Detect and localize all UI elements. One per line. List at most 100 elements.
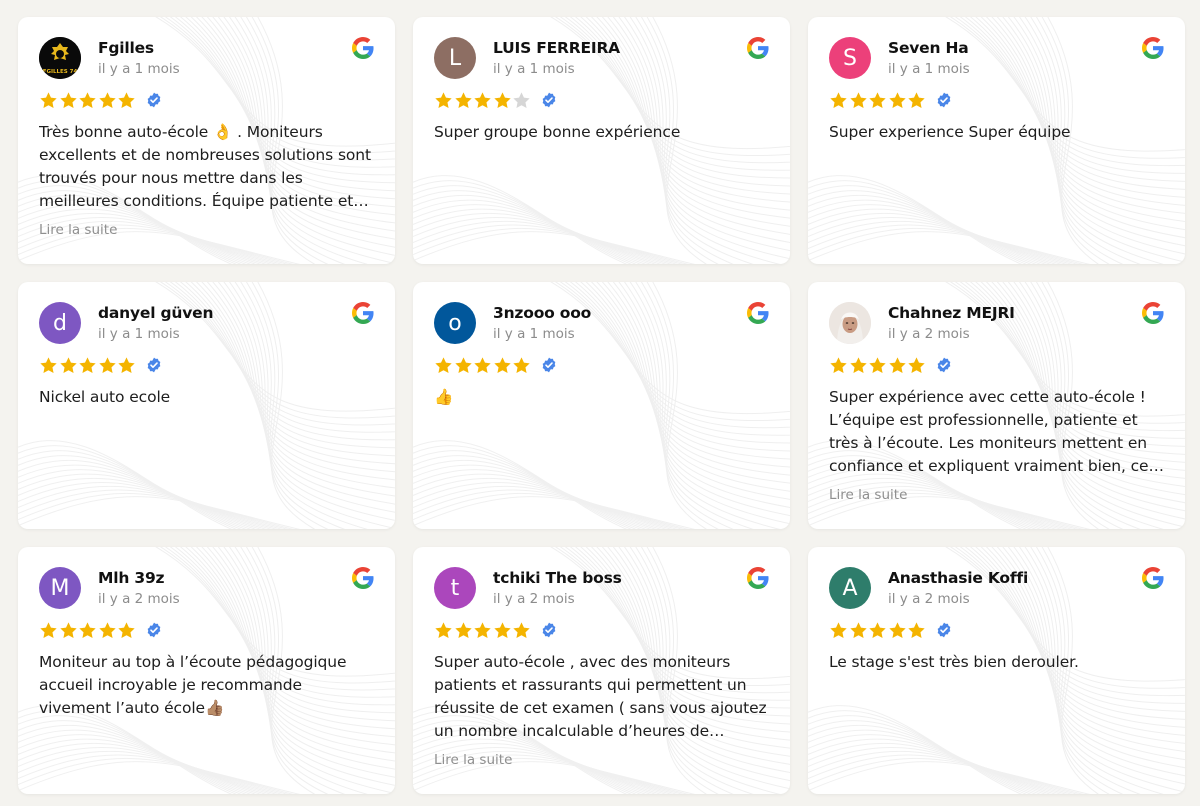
star-filled-icon bbox=[78, 356, 97, 375]
star-filled-icon bbox=[434, 91, 453, 110]
read-more-link[interactable]: Lire la suite bbox=[39, 222, 374, 238]
google-icon bbox=[747, 37, 769, 59]
avatar-letter: A bbox=[842, 575, 858, 601]
verified-badge-icon bbox=[936, 622, 952, 638]
read-more-link[interactable]: Lire la suite bbox=[829, 487, 1164, 503]
star-filled-icon bbox=[512, 356, 531, 375]
review-text: Le stage s'est très bien derouler. bbox=[829, 653, 1079, 671]
svg-text:FGILLES 74: FGILLES 74 bbox=[43, 69, 78, 75]
google-icon bbox=[1142, 567, 1164, 589]
star-filled-icon bbox=[849, 621, 868, 640]
google-icon bbox=[747, 567, 769, 589]
star-filled-icon bbox=[473, 356, 492, 375]
star-filled-icon bbox=[829, 91, 848, 110]
star-filled-icon bbox=[907, 91, 926, 110]
verified-badge-icon bbox=[541, 92, 557, 108]
google-icon bbox=[1142, 302, 1164, 324]
star-filled-icon bbox=[59, 356, 78, 375]
star-filled-icon bbox=[512, 621, 531, 640]
review-header: S Seven Ha il y a 1 mois bbox=[829, 37, 1164, 79]
review-text: Super experience Super équipe bbox=[829, 123, 1071, 141]
verified-badge-icon bbox=[936, 357, 952, 373]
avatar: M bbox=[39, 567, 81, 609]
review-text: Super expérience avec cette auto-école !… bbox=[829, 388, 1149, 475]
avatar: S bbox=[829, 37, 871, 79]
reviewer-name[interactable]: Seven Ha bbox=[888, 39, 970, 58]
google-icon bbox=[352, 567, 374, 589]
google-icon bbox=[352, 302, 374, 324]
review-time: il y a 2 mois bbox=[98, 590, 180, 607]
star-rating bbox=[434, 620, 769, 640]
star-filled-icon bbox=[59, 91, 78, 110]
star-filled-icon bbox=[454, 356, 473, 375]
avatar: d bbox=[39, 302, 81, 344]
reviewer-name[interactable]: Mlh 39z bbox=[98, 569, 180, 588]
avatar: A bbox=[829, 567, 871, 609]
reviewer-name[interactable]: LUIS FERREIRA bbox=[493, 39, 620, 58]
review-card: o 3nzooo ooo il y a 1 mois 👍 bbox=[413, 282, 790, 529]
star-filled-icon bbox=[117, 621, 136, 640]
star-filled-icon bbox=[454, 621, 473, 640]
star-filled-icon bbox=[39, 621, 58, 640]
star-filled-icon bbox=[849, 91, 868, 110]
review-card: d danyel güven il y a 1 mois Nickel auto… bbox=[18, 282, 395, 529]
review-card: S Seven Ha il y a 1 mois Super experienc… bbox=[808, 17, 1185, 264]
star-filled-icon bbox=[493, 91, 512, 110]
star-filled-icon bbox=[493, 356, 512, 375]
review-text: Moniteur au top à l’écoute pédagogique a… bbox=[39, 653, 347, 717]
review-time: il y a 2 mois bbox=[888, 325, 970, 342]
star-filled-icon bbox=[39, 356, 58, 375]
google-icon bbox=[1142, 37, 1164, 59]
star-rating bbox=[829, 355, 1164, 375]
reviewer-name[interactable]: Chahnez MEJRI bbox=[888, 304, 1015, 323]
star-filled-icon bbox=[907, 621, 926, 640]
star-filled-icon bbox=[868, 356, 887, 375]
star-filled-icon bbox=[888, 91, 907, 110]
star-filled-icon bbox=[98, 356, 117, 375]
review-header: FGILLES 74 Fgilles il y a 1 mois bbox=[39, 37, 374, 79]
star-filled-icon bbox=[59, 621, 78, 640]
review-header: L LUIS FERREIRA il y a 1 mois bbox=[434, 37, 769, 79]
star-filled-icon bbox=[98, 621, 117, 640]
review-text: Très bonne auto-école 👌 . Moniteurs exce… bbox=[39, 123, 372, 210]
star-filled-icon bbox=[493, 621, 512, 640]
review-card: A Anasthasie Koffi il y a 2 mois Le stag… bbox=[808, 547, 1185, 794]
star-filled-icon bbox=[868, 621, 887, 640]
read-more-link[interactable]: Lire la suite bbox=[434, 752, 769, 768]
google-icon bbox=[747, 302, 769, 324]
star-filled-icon bbox=[117, 356, 136, 375]
avatar: L bbox=[434, 37, 476, 79]
star-filled-icon bbox=[454, 91, 473, 110]
review-text: 👍 bbox=[434, 388, 454, 406]
reviewer-name[interactable]: 3nzooo ooo bbox=[493, 304, 591, 323]
review-text: Super auto-école , avec des moniteurs pa… bbox=[434, 653, 767, 740]
review-card: M Mlh 39z il y a 2 mois Moniteur au top … bbox=[18, 547, 395, 794]
verified-badge-icon bbox=[541, 357, 557, 373]
star-filled-icon bbox=[78, 91, 97, 110]
verified-badge-icon bbox=[936, 92, 952, 108]
review-card: L LUIS FERREIRA il y a 1 mois Super grou… bbox=[413, 17, 790, 264]
reviewer-name[interactable]: tchiki The boss bbox=[493, 569, 622, 588]
review-time: il y a 1 mois bbox=[98, 60, 180, 77]
star-filled-icon bbox=[473, 621, 492, 640]
verified-badge-icon bbox=[146, 622, 162, 638]
reviewer-name[interactable]: Fgilles bbox=[98, 39, 180, 58]
avatar-letter: o bbox=[448, 310, 462, 336]
star-rating bbox=[39, 90, 374, 110]
star-filled-icon bbox=[849, 356, 868, 375]
review-card: FGILLES 74 Fgilles il y a 1 mois Très bo… bbox=[18, 17, 395, 264]
star-rating bbox=[829, 620, 1164, 640]
avatar-letter: S bbox=[843, 45, 857, 71]
review-card: Chahnez MEJRI il y a 2 mois Super expéri… bbox=[808, 282, 1185, 529]
verified-badge-icon bbox=[541, 622, 557, 638]
verified-badge-icon bbox=[146, 357, 162, 373]
reviewer-name[interactable]: danyel güven bbox=[98, 304, 213, 323]
reviewer-name[interactable]: Anasthasie Koffi bbox=[888, 569, 1028, 588]
review-text: Super groupe bonne expérience bbox=[434, 123, 681, 141]
avatar: t bbox=[434, 567, 476, 609]
star-filled-icon bbox=[829, 621, 848, 640]
review-text: Nickel auto ecole bbox=[39, 388, 171, 406]
review-time: il y a 2 mois bbox=[493, 590, 575, 607]
star-rating bbox=[434, 90, 769, 110]
avatar bbox=[829, 302, 871, 344]
